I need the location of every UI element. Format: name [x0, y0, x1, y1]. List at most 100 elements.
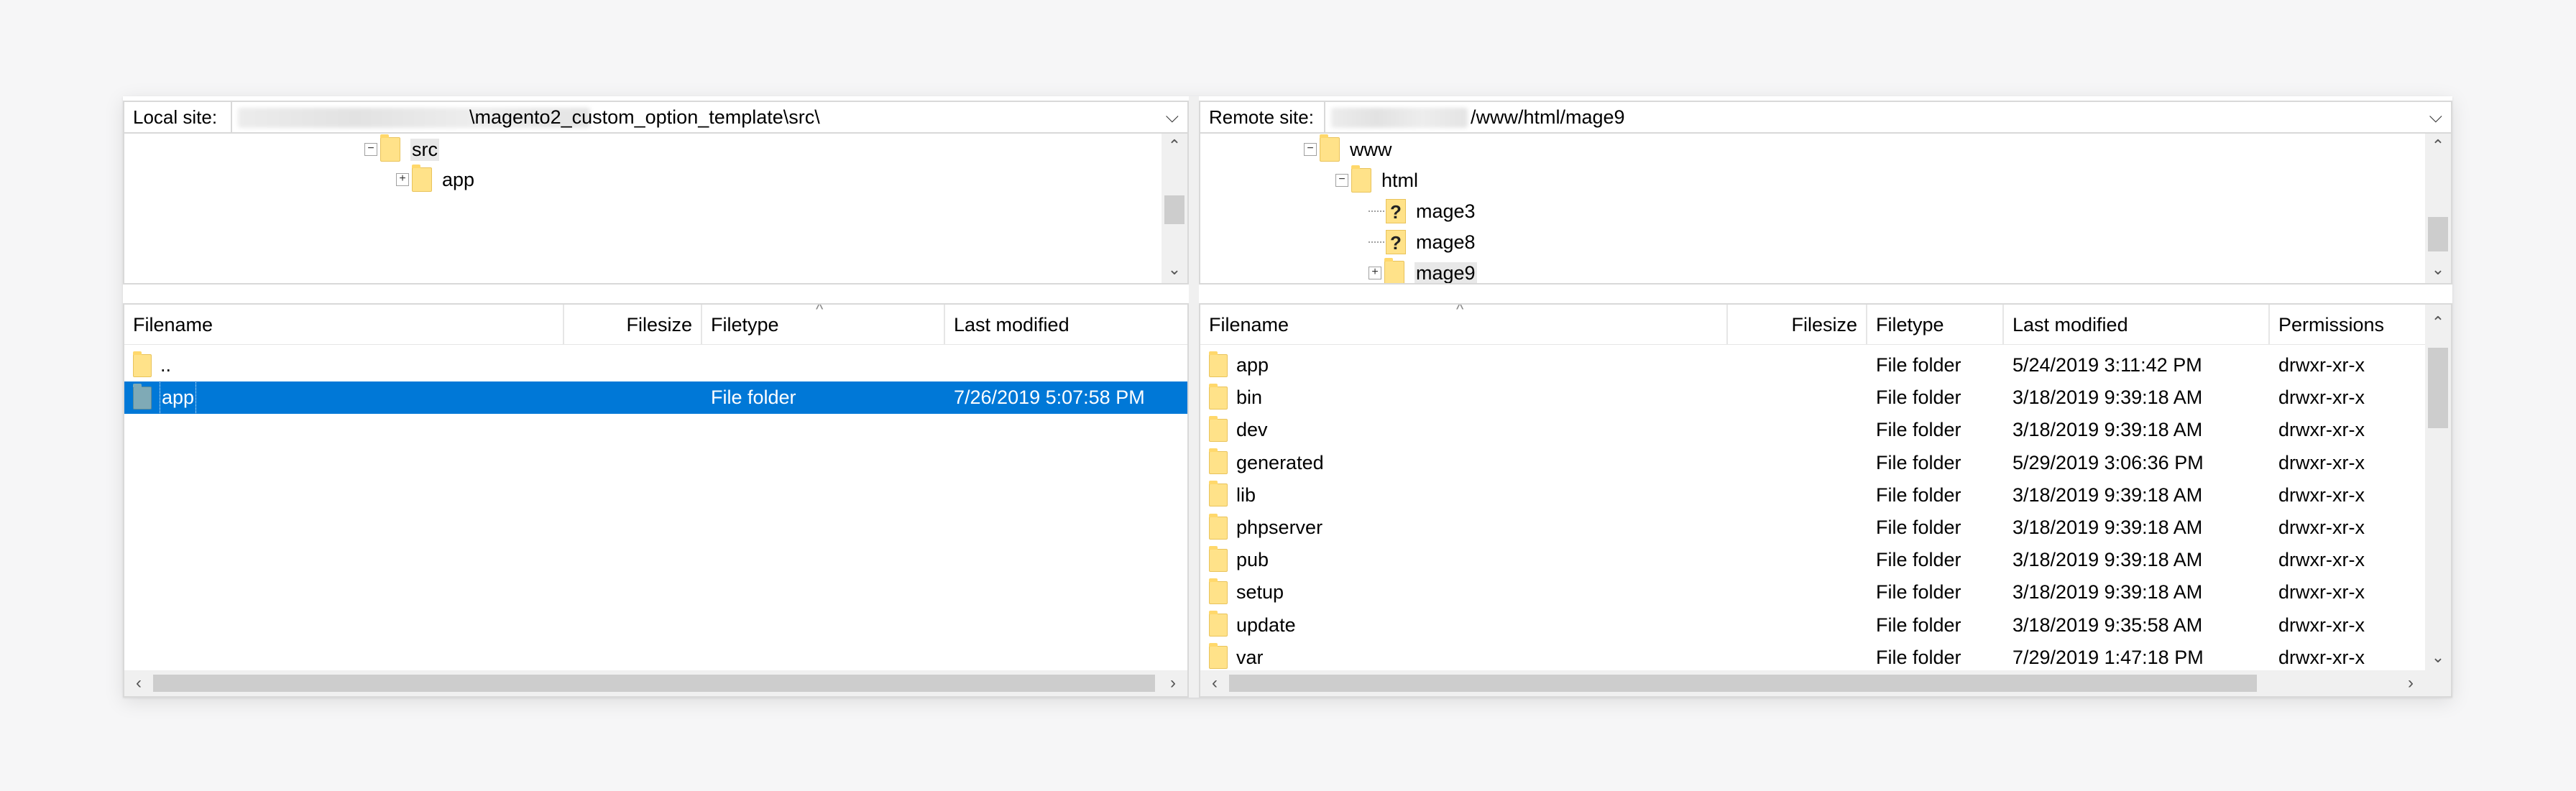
chevron-down-icon[interactable]: ⌄ [2425, 259, 2451, 280]
remote-file-list[interactable]: Filename ^ Filesize Filetype Last modifi… [1199, 303, 2452, 698]
filetype: File folder [1876, 451, 1961, 473]
tree-label: www [1350, 138, 1392, 160]
filename: pub [1236, 549, 1269, 571]
column-filename[interactable]: Filename [124, 305, 564, 345]
remote-pane: Remote site: /www/html/mage9 ⌵ − www − h… [1199, 96, 2452, 698]
local-list-hscrollbar[interactable]: ‹ › [124, 670, 1187, 696]
chevron-up-icon[interactable]: ⌃ [2425, 135, 2451, 157]
column-filetype[interactable]: Filetype [1867, 305, 2004, 345]
tree-node-www[interactable]: − www [1304, 134, 1392, 164]
folder-icon [1209, 513, 1228, 540]
local-file-list[interactable]: Filename Filesize Filetype ^ Last modifi… [123, 303, 1189, 698]
list-item[interactable]: setup File folder 3/18/2019 9:39:18 AM drwx… [1200, 576, 2451, 609]
local-site-label: Local site: [124, 102, 232, 132]
scroll-thumb[interactable] [1229, 675, 2257, 692]
tree-node-mage8[interactable]: ? mage8 [1368, 228, 1476, 256]
remote-site-bar[interactable]: Remote site: /www/html/mage9 ⌵ [1199, 101, 2452, 134]
permissions: drwxr-xr-x [2278, 451, 2365, 473]
list-item[interactable]: lib File folder 3/18/2019 9:39:18 AM drwxr-… [1200, 479, 2451, 512]
permissions: drwxr-xr-x [2278, 419, 2365, 441]
tree-label: mage9 [1414, 262, 1477, 284]
list-item[interactable]: generated File folder 5/29/2019 3:06:36 PM… [1200, 447, 2451, 479]
expand-icon[interactable]: + [1368, 267, 1381, 279]
expand-icon[interactable]: + [396, 173, 409, 186]
remote-tree-scrollbar[interactable]: ⌃ ⌄ [2425, 134, 2451, 283]
scroll-thumb[interactable] [1164, 195, 1184, 224]
permissions: drwxr-xr-x [2278, 646, 2365, 668]
local-directory-tree[interactable]: − src + app ⌃ ⌄ [123, 134, 1189, 285]
scroll-thumb[interactable] [2428, 348, 2448, 428]
remote-list-hscrollbar[interactable]: ‹ › [1200, 670, 2451, 696]
permissions: drwxr-xr-x [2278, 484, 2365, 506]
scroll-thumb[interactable] [153, 675, 1155, 692]
list-item[interactable]: .. [124, 349, 1187, 381]
tree-node-mage3[interactable]: ? mage3 [1368, 197, 1476, 226]
remote-list-vscrollbar[interactable]: ⌃ ⌄ [2425, 305, 2451, 671]
folder-icon [1209, 611, 1228, 637]
folder-icon [412, 165, 432, 192]
question-folder-icon: ? [1386, 230, 1406, 254]
chevron-down-icon[interactable]: ⌵ [2429, 102, 2442, 132]
column-filename[interactable]: Filename [1200, 305, 1728, 345]
tree-label: app [442, 168, 475, 190]
chevron-right-icon[interactable]: › [1160, 670, 1186, 696]
chevron-left-icon[interactable]: ‹ [1202, 670, 1228, 696]
list-item[interactable]: app File folder 5/24/2019 3:11:42 PM drwxr-… [1200, 349, 2451, 381]
last-modified: 3/18/2019 9:39:18 AM [2012, 484, 2203, 506]
filetype: File folder [1876, 646, 1961, 668]
sort-caret-icon: ^ [816, 303, 824, 318]
list-item[interactable]: dev File folder 3/18/2019 9:39:18 AM drwxr-… [1200, 414, 2451, 446]
filename-cell: app [1200, 349, 1728, 381]
column-filetype[interactable]: Filetype [702, 305, 945, 345]
filetype: File folder [1876, 354, 1961, 376]
list-item[interactable]: bin File folder 3/18/2019 9:39:18 AM drwxr-… [1200, 381, 2451, 414]
column-permissions[interactable]: Permissions [2270, 305, 2428, 345]
filename-cell: .. [124, 349, 564, 381]
permissions: drwxr-xr-x [2278, 549, 2365, 571]
column-filesize[interactable]: Filesize [564, 305, 702, 345]
column-last-modified[interactable]: Last modified [2004, 305, 2270, 345]
tree-node-app[interactable]: + app [396, 165, 474, 194]
tree-label: mage3 [1416, 200, 1476, 222]
remote-site-path[interactable]: /www/html/mage9 [1471, 102, 1625, 132]
collapse-icon[interactable]: − [1304, 143, 1317, 156]
list-item[interactable]: phpserver File folder 3/18/2019 9:39:18 AM… [1200, 512, 2451, 544]
local-site-path[interactable]: \magento2_custom_option_template\src\ [469, 102, 820, 132]
column-last-modified[interactable]: Last modified [945, 305, 1187, 345]
list-item[interactable]: pub File folder 3/18/2019 9:39:18 AM drwxr-… [1200, 544, 2451, 576]
collapse-icon[interactable]: − [1335, 174, 1348, 187]
list-item[interactable]: var File folder 7/29/2019 1:47:18 PM drwxr-… [1200, 642, 2451, 674]
chevron-down-icon[interactable]: ⌵ [1166, 102, 1179, 132]
list-item[interactable]: update File folder 3/18/2019 9:35:58 AM drw… [1200, 609, 2451, 642]
filename-cell: update [1200, 609, 1728, 642]
column-filesize[interactable]: Filesize [1728, 305, 1867, 345]
remote-directory-tree[interactable]: − www − html ? mage3 ? mage8 + mage9 ⌃ ⌄ [1199, 134, 2452, 285]
tree-label: html [1381, 169, 1419, 191]
filename-cell: pub [1200, 544, 1728, 576]
tree-node-html[interactable]: − html [1335, 165, 1419, 195]
filename-cell: bin [1200, 381, 1728, 414]
tree-node-src[interactable]: − src [364, 134, 439, 164]
local-list-header: Filename Filesize Filetype ^ Last modifi… [124, 305, 1187, 345]
local-site-bar[interactable]: Local site: \magento2_custom_option_temp… [123, 101, 1189, 134]
filename-cell: lib [1200, 479, 1728, 512]
chevron-left-icon[interactable]: ‹ [126, 670, 152, 696]
local-tree-scrollbar[interactable]: ⌃ ⌄ [1162, 134, 1187, 283]
chevron-up-icon[interactable]: ⌃ [2425, 312, 2451, 333]
list-item[interactable]: app File folder 7/26/2019 5:07:58 PM [124, 381, 1187, 414]
folder-icon [1351, 165, 1371, 193]
chevron-right-icon[interactable]: › [2398, 670, 2424, 696]
filename: lib [1236, 484, 1256, 506]
chevron-down-icon[interactable]: ⌄ [2425, 647, 2451, 668]
collapse-icon[interactable]: − [364, 143, 377, 156]
pane-splitter[interactable] [1189, 96, 1199, 698]
permissions: drwxr-xr-x [2278, 614, 2365, 636]
scroll-thumb[interactable] [2428, 217, 2448, 251]
tree-label: src [410, 138, 439, 161]
tree-label: mage8 [1416, 231, 1476, 253]
chevron-up-icon[interactable]: ⌃ [1162, 135, 1187, 157]
tree-node-mage9[interactable]: + mage9 [1368, 258, 1477, 284]
chevron-down-icon[interactable]: ⌄ [1162, 259, 1187, 280]
filename: generated [1236, 451, 1324, 473]
permissions: drwxr-xr-x [2278, 354, 2365, 376]
